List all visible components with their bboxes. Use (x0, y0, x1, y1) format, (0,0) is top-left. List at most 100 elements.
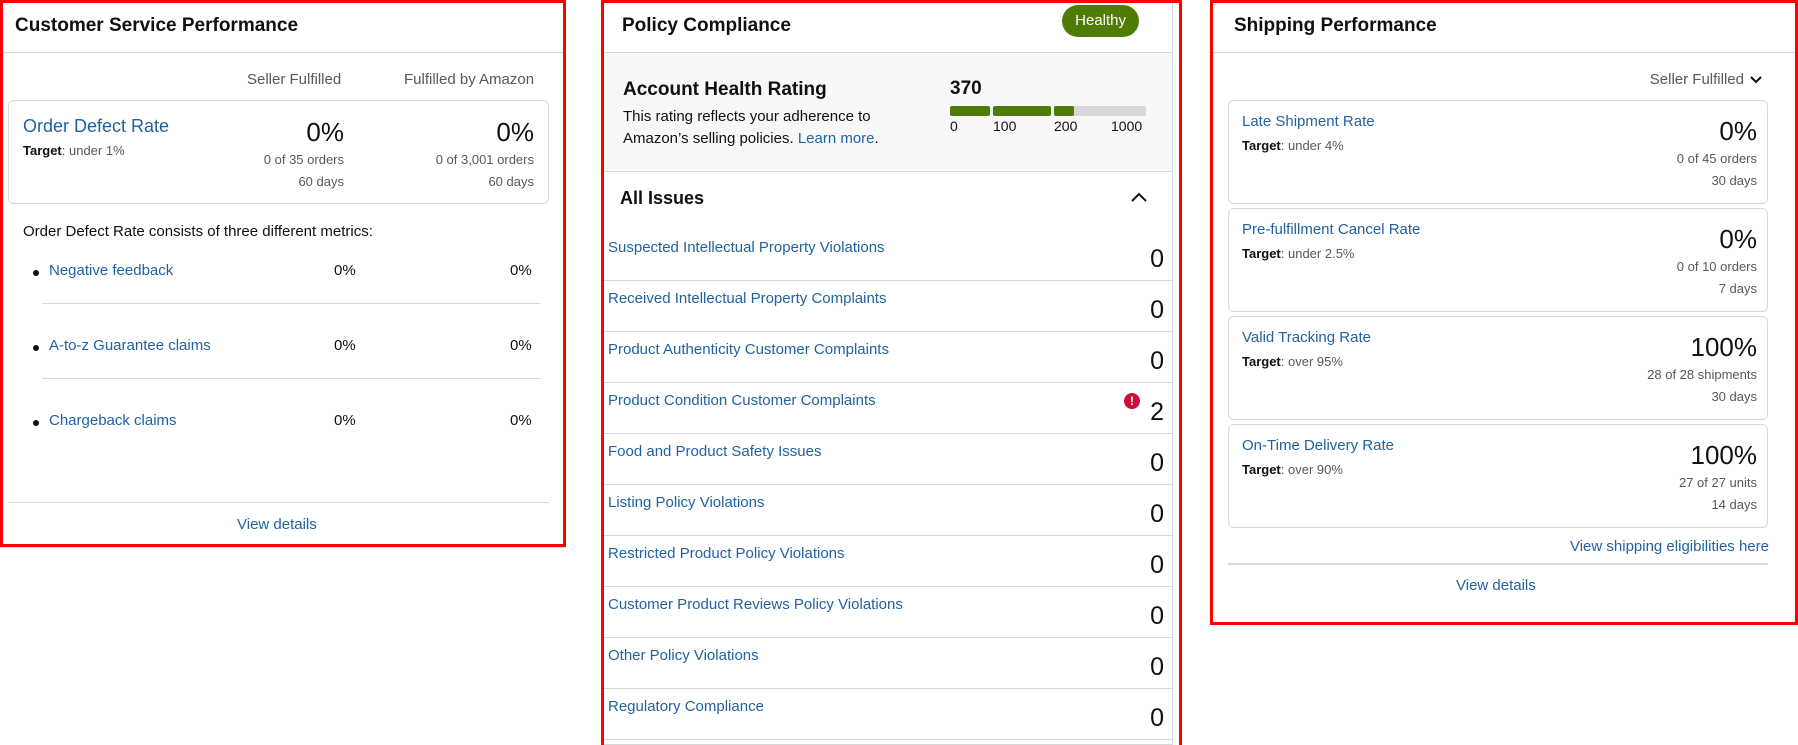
issue-count: 0 (1150, 704, 1164, 732)
account-health-rating-section: Account Health Rating This rating reflec… (602, 54, 1172, 172)
pc-header: Policy Compliance Healthy (602, 0, 1172, 53)
divider (42, 378, 540, 379)
issue-count: 0 (1150, 602, 1164, 630)
metric-detail: 28 of 28 shipments (1647, 367, 1757, 382)
issue-link[interactable]: Product Authenticity Customer Complaints (608, 341, 889, 358)
issue-row: Regulatory Compliance 0 (602, 689, 1172, 740)
odr-target: Target: under 1% (23, 143, 125, 158)
col-header-fba: Fulfilled by Amazon (404, 71, 535, 88)
sp-header: Shipping Performance (1213, 0, 1797, 53)
csp-title: Customer Service Performance (15, 15, 299, 36)
pc-title: Policy Compliance (622, 15, 791, 36)
metric-days: 7 days (1718, 281, 1757, 296)
metric-link[interactable]: On-Time Delivery Rate (1242, 437, 1394, 454)
metric-link[interactable]: Valid Tracking Rate (1242, 329, 1371, 346)
footer-divider (1228, 563, 1768, 565)
issue-link[interactable]: Regulatory Compliance (608, 698, 764, 715)
metric-row-chargeback-claims: Chargeback claims 0% 0% (31, 412, 541, 436)
metric-detail: 27 of 27 units (1678, 475, 1757, 490)
learn-more-link[interactable]: Learn more (798, 130, 875, 147)
odr-seller-orders: 0 of 35 orders (263, 152, 344, 167)
footer-divider (8, 502, 549, 503)
sp-title: Shipping Performance (1234, 15, 1437, 36)
metric-fba-value: 0% (510, 262, 532, 279)
metric-link[interactable]: Pre-fulfillment Cancel Rate (1242, 221, 1420, 238)
issue-row: Listing Policy Violations 0 (602, 485, 1172, 536)
metric-pct: 100% (1690, 440, 1758, 470)
issue-count: 0 (1150, 551, 1164, 579)
a-to-z-claims-link[interactable]: A-to-z Guarantee claims (49, 337, 211, 354)
shipping-metric-card: Valid Tracking Rate Target: over 95% 100% 2… (1228, 316, 1768, 420)
metric-detail: 0 of 10 orders (1676, 259, 1757, 274)
metric-seller-value: 0% (334, 262, 356, 279)
odr-description: Order Defect Rate consists of three diff… (23, 223, 373, 240)
issue-link[interactable]: Food and Product Safety Issues (608, 443, 821, 460)
bullet (33, 270, 39, 276)
issue-link[interactable]: Received Intellectual Property Complaint… (608, 290, 886, 307)
issue-row: Other Policy Violations 0 (602, 638, 1172, 689)
issue-link[interactable]: Customer Product Reviews Policy Violatio… (608, 596, 903, 613)
bullet (33, 420, 39, 426)
issue-count: 0 (1150, 245, 1164, 273)
metric-days: 30 days (1711, 389, 1757, 404)
issue-link[interactable]: Product Condition Customer Complaints (608, 392, 876, 409)
csp-view-details-link[interactable]: View details (237, 516, 317, 533)
metric-pct: 0% (1719, 224, 1757, 254)
odr-seller-pct: 0% (306, 117, 344, 147)
issue-link[interactable]: Suspected Intellectual Property Violatio… (608, 239, 885, 256)
chargeback-claims-link[interactable]: Chargeback claims (49, 412, 177, 429)
odr-fba-orders: 0 of 3,001 orders (435, 152, 534, 167)
status-badge: Healthy (1062, 5, 1139, 37)
col-header-seller-fulfilled: Seller Fulfilled (247, 71, 342, 88)
metric-target: Target: under 2.5% (1242, 246, 1354, 261)
chevron-up-icon[interactable] (1130, 191, 1148, 203)
metric-values: 0% 0 of 45 orders 30 days (1677, 114, 1757, 192)
metric-pct: 0% (1719, 116, 1757, 146)
metric-target: Target: over 95% (1242, 354, 1343, 369)
shipping-metric-card: Pre-fulfillment Cancel Rate Target: under… (1228, 208, 1768, 312)
shipping-metric-card: Late Shipment Rate Target: under 4% 0% 0 of… (1228, 100, 1768, 204)
metric-seller-value: 0% (334, 337, 356, 354)
scale-segment-2 (993, 106, 1051, 116)
issue-count: 0 (1150, 653, 1164, 681)
bullet (33, 345, 39, 351)
exclamation-circle-icon: ! (1124, 393, 1140, 409)
target-value: : under 2.5% (1280, 246, 1355, 261)
target-value: : under 4% (1280, 138, 1344, 153)
odr-target-label: Target (23, 143, 62, 158)
metric-values: 100% 28 of 28 shipments 30 days (1647, 330, 1757, 408)
order-defect-rate-card: Order Defect Rate Target: under 1% 0% 0 … (8, 100, 549, 204)
metric-link[interactable]: Late Shipment Rate (1242, 113, 1375, 130)
scale-tick-200: 200 (1054, 118, 1078, 134)
issue-row: Product Condition Customer Complaints! 2 (602, 383, 1172, 434)
negative-feedback-link[interactable]: Negative feedback (49, 262, 173, 279)
shipping-eligibilities-link[interactable]: View shipping eligibilities here (1570, 538, 1769, 555)
odr-target-value: : under 1% (61, 143, 125, 158)
scale-segment-1 (950, 106, 990, 116)
target-label: Target (1242, 246, 1281, 261)
issue-link[interactable]: Listing Policy Violations (608, 494, 764, 511)
metric-detail: 0 of 45 orders (1676, 151, 1757, 166)
issue-link[interactable]: Restricted Product Policy Violations (608, 545, 845, 562)
scale-tick-1000: 1000 (1111, 118, 1143, 134)
sp-view-details-link[interactable]: View details (1456, 577, 1536, 594)
shipping-performance-panel: Shipping Performance Seller Fulfilled La… (1212, 0, 1798, 624)
issue-link[interactable]: Other Policy Violations (608, 647, 759, 664)
issue-count: 2 (1150, 398, 1164, 426)
issue-count: 0 (1150, 449, 1164, 477)
issue-row: Restricted Product Policy Violations 0 (602, 536, 1172, 587)
ahr-title: Account Health Rating (623, 79, 827, 100)
metric-fba-value: 0% (510, 412, 532, 429)
issue-count: 0 (1150, 296, 1164, 324)
issue-row: Suspected Intellectual Property Violatio… (602, 230, 1172, 281)
order-defect-rate-link[interactable]: Order Defect Rate (23, 116, 169, 137)
target-value: : over 95% (1280, 354, 1343, 369)
scale-segment-3-fill (1054, 106, 1074, 116)
target-label: Target (1242, 138, 1281, 153)
fulfillment-filter-dropdown[interactable]: Seller Fulfilled (1650, 71, 1762, 88)
odr-fba-column: 0% 0 of 3,001 orders 60 days (436, 115, 534, 193)
issue-row: Food and Product Safety Issues 0 (602, 434, 1172, 485)
odr-fba-pct: 0% (496, 117, 534, 147)
metric-days: 14 days (1711, 497, 1757, 512)
policy-compliance-panel: Policy Compliance Healthy Account Health… (601, 0, 1173, 745)
